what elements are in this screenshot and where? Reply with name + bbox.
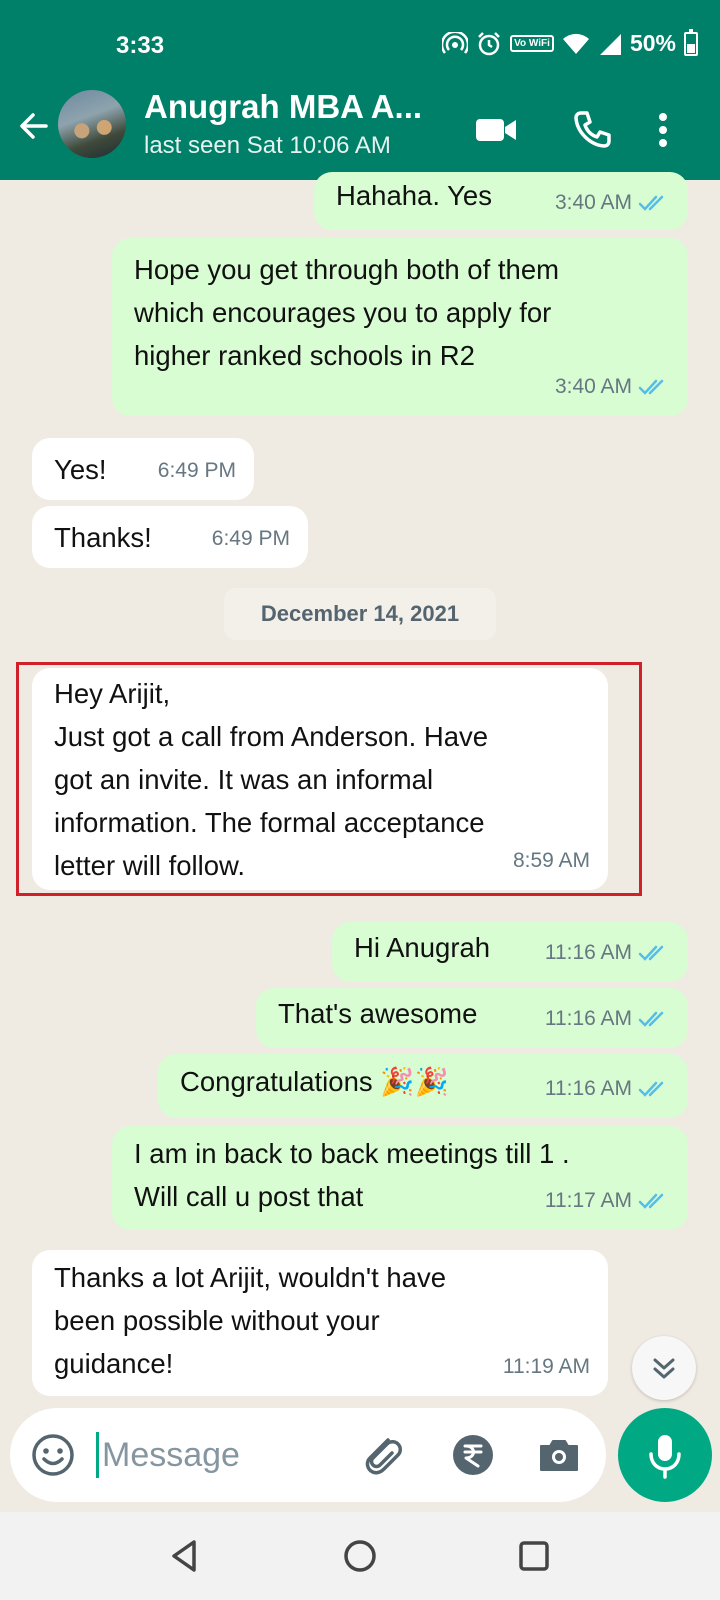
message-meta: 6:49 PM: [158, 449, 236, 492]
message-meta: 6:49 PM: [212, 517, 290, 560]
message-time: 11:16 AM: [544, 1077, 632, 1100]
message-bubble-incoming[interactable]: Yes! 6:49 PM: [32, 438, 254, 500]
text-caret: [96, 1432, 99, 1478]
hotspot-icon: [442, 31, 469, 54]
message-bubble-outgoing[interactable]: Hi Anugrah 11:16 AM: [332, 922, 688, 982]
double-check-icon: [638, 945, 664, 961]
message-time: 3:40 AM: [554, 375, 632, 398]
status-bar: 3:33 Vo WiFi 50%: [0, 0, 720, 88]
signal-icon: [599, 33, 621, 55]
message-bubble-outgoing[interactable]: Hahaha. Yes 3:40 AM: [314, 172, 688, 230]
date-separator: December 14, 2021: [224, 588, 496, 640]
nav-home-button[interactable]: [338, 1534, 382, 1578]
message-meta: 11:16 AM: [545, 931, 670, 974]
square-recents-icon: [519, 1541, 549, 1571]
message-meta: 11:17 AM: [545, 1179, 670, 1222]
more-options-button[interactable]: [648, 106, 696, 154]
microphone-icon: [649, 1435, 681, 1479]
attach-button[interactable]: [358, 1430, 406, 1480]
battery-icon: [684, 28, 698, 56]
voice-message-button[interactable]: [618, 1408, 712, 1502]
message-time: 11:16 AM: [544, 941, 632, 964]
message-time: 11:19 AM: [502, 1355, 590, 1378]
phone-icon: [574, 111, 611, 148]
rupee-icon: [453, 1435, 493, 1475]
message-bubble-outgoing[interactable]: That's awesome 11:16 AM: [256, 988, 688, 1048]
nav-back-button[interactable]: [164, 1534, 208, 1578]
scroll-to-bottom-button[interactable]: [632, 1336, 696, 1400]
avatar[interactable]: [58, 90, 126, 158]
contact-name[interactable]: Anugrah MBA A...: [144, 88, 422, 126]
emoji-button[interactable]: [30, 1432, 76, 1478]
message-meta: 11:16 AM: [545, 997, 670, 1040]
status-icons: Vo WiFi 50%: [442, 28, 698, 57]
message-composer: [10, 1408, 606, 1502]
wifi-icon: [562, 33, 589, 54]
camera-button[interactable]: [536, 1432, 582, 1478]
message-meta: 11:19 AM: [503, 1345, 590, 1388]
double-check-icon: [638, 1011, 664, 1027]
last-seen-status[interactable]: last seen Sat 10:06 AM: [144, 132, 391, 160]
video-call-button[interactable]: [472, 106, 520, 154]
message-bubble-outgoing[interactable]: I am in back to back meetings till 1 . W…: [112, 1126, 688, 1230]
circle-home-icon: [344, 1540, 376, 1572]
chat-header: Anugrah MBA A... last seen Sat 10:06 AM: [0, 88, 720, 180]
message-bubble-incoming[interactable]: Thanks! 6:49 PM: [32, 506, 308, 568]
arrow-left-icon: [20, 113, 48, 139]
message-time: 6:49 PM: [157, 459, 236, 482]
paperclip-icon: [365, 1438, 402, 1475]
more-vertical-icon: [659, 113, 667, 147]
message-bubble-outgoing[interactable]: Hope you get through both of them which …: [112, 238, 688, 416]
highlight-box: [16, 662, 642, 896]
camera-icon: [540, 1440, 578, 1471]
voice-call-button[interactable]: [568, 106, 616, 154]
double-check-icon: [638, 379, 664, 395]
message-meta: 11:16 AM: [545, 1067, 670, 1110]
double-chevron-down-icon: [653, 1358, 675, 1379]
message-meta: 3:40 AM: [555, 365, 670, 408]
nav-recents-button[interactable]: [512, 1534, 556, 1578]
message-bubble-incoming[interactable]: Thanks a lot Arijit, wouldn't have been …: [32, 1250, 608, 1396]
message-time: 6:49 PM: [211, 527, 290, 550]
message-input[interactable]: [102, 1428, 302, 1482]
message-bubble-outgoing[interactable]: Congratulations 🎉🎉 11:16 AM: [158, 1054, 688, 1118]
system-navigation-bar: [0, 1512, 720, 1600]
alarm-icon: [478, 31, 500, 55]
double-check-icon: [638, 1193, 664, 1209]
emoji-icon: [32, 1434, 74, 1476]
video-camera-icon: [476, 119, 516, 141]
vowifi-icon: Vo WiFi: [510, 35, 554, 52]
triangle-back-icon: [172, 1540, 196, 1572]
back-button[interactable]: [12, 108, 56, 152]
double-check-icon: [638, 195, 664, 211]
message-text: Hope you get through both of them which …: [134, 254, 560, 371]
message-time: 11:17 AM: [544, 1189, 632, 1212]
double-check-icon: [638, 1081, 664, 1097]
battery-percent: 50%: [629, 30, 676, 56]
battery-fill: [687, 43, 695, 53]
message-meta: 3:40 AM: [555, 181, 670, 224]
message-time: 3:40 AM: [554, 191, 632, 214]
message-time: 11:16 AM: [544, 1007, 632, 1030]
status-time: 3:33: [116, 32, 165, 59]
payment-button[interactable]: [450, 1432, 496, 1478]
